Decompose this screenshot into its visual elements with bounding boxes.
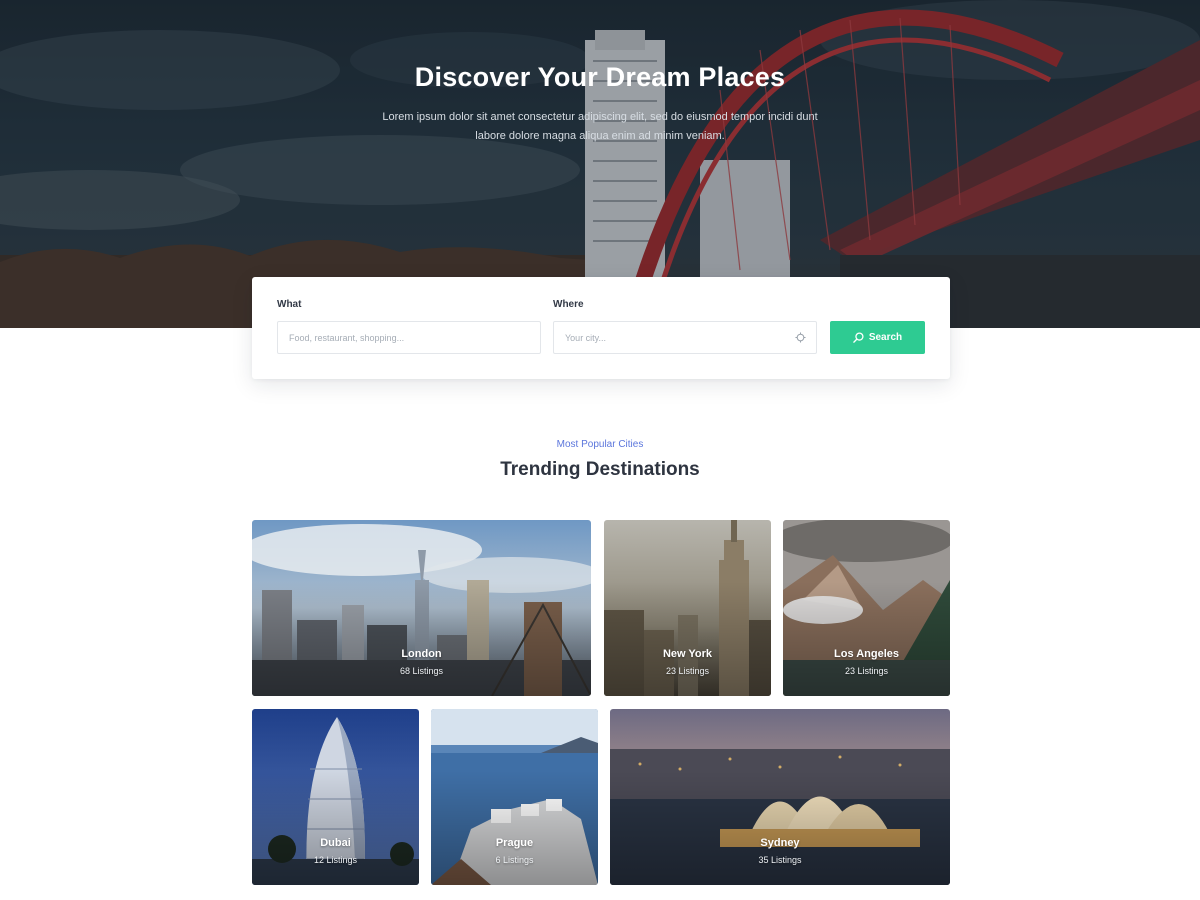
- search-icon: [853, 332, 864, 343]
- city-name: London: [401, 648, 442, 660]
- hero-subtitle: Lorem ipsum dolor sit amet consectetur a…: [382, 111, 818, 142]
- city-listing-count: 23 Listings: [665, 666, 710, 676]
- city-name: Prague: [495, 837, 534, 849]
- city-listing-count: 6 Listings: [495, 855, 534, 865]
- search-button[interactable]: Search: [830, 321, 925, 354]
- city-listing-count: 68 Listings: [399, 666, 444, 676]
- search-panel: What Where Search: [252, 277, 950, 379]
- city-name: Los Angeles: [834, 648, 899, 660]
- city-listing-count: 12 Listings: [313, 855, 358, 865]
- search-button-label: Search: [868, 332, 903, 343]
- city-card-los-angeles[interactable]: Los Angeles 23 Listings: [783, 520, 950, 696]
- where-label: Where: [553, 299, 584, 310]
- city-card-sydney[interactable]: Sydney 35 Listings: [610, 709, 950, 885]
- city-card-prague[interactable]: Prague 6 Listings: [431, 709, 598, 885]
- crosshair-icon[interactable]: [795, 332, 806, 343]
- city-listing-count: 23 Listings: [844, 666, 889, 676]
- section-kicker: Most Popular Cities: [556, 439, 644, 450]
- what-input[interactable]: [277, 321, 541, 354]
- what-label: What: [277, 299, 302, 310]
- section-title: Trending Destinations: [500, 459, 700, 480]
- city-listing-count: 35 Listings: [758, 855, 802, 865]
- city-name: Dubai: [320, 837, 351, 849]
- where-input[interactable]: [553, 321, 817, 354]
- city-name: Sydney: [760, 837, 800, 849]
- city-card-dubai[interactable]: Dubai 12 Listings: [252, 709, 419, 885]
- hero-title: Discover Your Dream Places: [414, 62, 786, 92]
- city-card-new-york[interactable]: New York 23 Listings: [604, 520, 771, 696]
- city-name: New York: [662, 648, 713, 660]
- city-card-london[interactable]: London 68 Listings: [252, 520, 591, 696]
